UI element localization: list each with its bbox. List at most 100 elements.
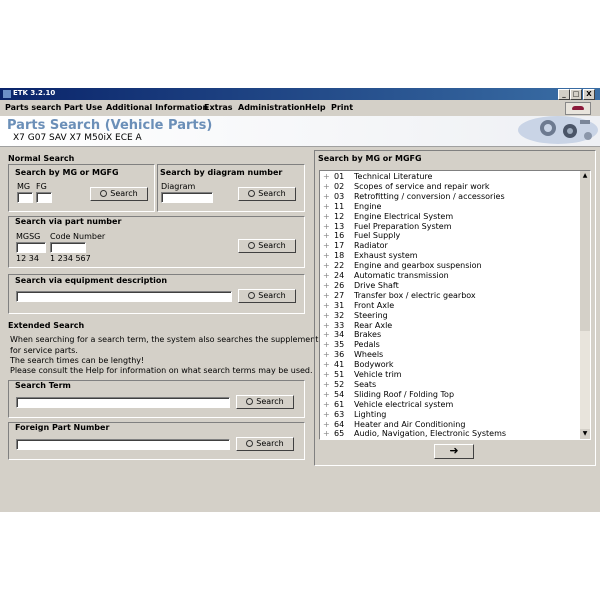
vehicle-identification: X7 G07 SAV X7 M50iX ECE A (13, 133, 142, 143)
extended-info-line-2: for service parts. (10, 346, 78, 355)
mg-label: Audio, Navigation, Electronic Systems (354, 429, 507, 439)
expand-plus-icon[interactable]: + (323, 172, 330, 181)
mg-label: Vehicle electrical system (354, 399, 454, 409)
menu-print[interactable]: Print (331, 103, 353, 112)
expand-plus-icon[interactable]: + (323, 281, 330, 290)
mg-number: 52 (334, 379, 345, 389)
expand-plus-icon[interactable]: + (323, 212, 330, 221)
expand-plus-icon[interactable]: + (323, 340, 330, 349)
search-term-button[interactable]: Search (236, 395, 294, 409)
mg-label: Engine Electrical System (354, 211, 454, 221)
mg-search-title: Search by MG or MGFG (15, 168, 119, 177)
mg-label: Transfer box / electric gearbox (354, 290, 476, 300)
mg-number: 32 (334, 310, 345, 320)
menu-extras[interactable]: Extras (204, 103, 233, 112)
search-icon (248, 292, 256, 299)
mg-number: 02 (334, 181, 345, 191)
expand-plus-icon[interactable]: + (323, 251, 330, 260)
mg-label: Bodywork (354, 360, 394, 370)
equipment-input[interactable] (16, 291, 232, 302)
mg-number: 16 (334, 231, 345, 241)
expand-plus-icon[interactable]: + (323, 370, 330, 379)
mg-label: Engine (354, 201, 382, 211)
expand-plus-icon[interactable]: + (323, 222, 330, 231)
expand-plus-icon[interactable]: + (323, 241, 330, 250)
mg-label: Sliding Roof / Folding Top (354, 389, 455, 399)
expand-plus-icon[interactable]: + (323, 330, 330, 339)
menu-administration[interactable]: Administration (238, 103, 305, 112)
mg-number: 24 (334, 271, 345, 280)
mg-label: Radiator (354, 241, 388, 251)
fg-label: FG (36, 182, 47, 191)
mg-number: 26 (334, 280, 345, 290)
mg-number: 36 (334, 350, 345, 360)
search-icon (248, 190, 256, 197)
mg-number: 64 (334, 419, 345, 429)
mg-label: Fuel Preparation System (354, 221, 452, 231)
part-number-search-button[interactable]: Search (238, 239, 296, 253)
mg-number: 18 (334, 251, 345, 261)
mgsg-input[interactable] (16, 242, 46, 253)
expand-plus-icon[interactable]: + (323, 301, 330, 310)
mg-label: Heater and Air Conditioning (354, 419, 466, 429)
expand-plus-icon[interactable]: + (323, 380, 330, 389)
foreign-part-title: Foreign Part Number (15, 423, 110, 432)
equipment-search-button[interactable]: Search (238, 289, 296, 303)
mg-label: Technical Literature (354, 172, 433, 181)
menu-part-use[interactable]: Part Use (64, 103, 102, 112)
mg-list-scrollbar[interactable]: ▲ ▼ (580, 171, 590, 439)
foreign-part-search-button[interactable]: Search (236, 437, 294, 451)
expand-plus-icon[interactable]: + (323, 429, 330, 438)
next-button[interactable]: ➜ (434, 444, 474, 459)
expand-plus-icon[interactable]: + (323, 182, 330, 191)
normal-search-title: Normal Search (8, 154, 75, 163)
menu-help[interactable]: Help (305, 103, 326, 112)
extended-info-line-4: Please consult the Help for information … (10, 366, 313, 375)
search-icon (100, 190, 108, 197)
foreign-part-input[interactable] (16, 439, 230, 450)
mg-list[interactable]: +01 Technical Literature +02 Scopes of serv… (319, 170, 591, 440)
expand-plus-icon[interactable]: + (323, 192, 330, 201)
mg-number: 01 (334, 172, 345, 181)
expand-plus-icon[interactable]: + (323, 360, 330, 369)
search-icon (246, 440, 254, 447)
mg-label: Engine and gearbox suspension (354, 261, 482, 271)
mg-number: 12 (334, 211, 345, 221)
expand-plus-icon[interactable]: + (323, 400, 330, 409)
mg-label: Brakes (354, 330, 382, 340)
mg-number: 27 (334, 290, 345, 300)
mg-search-button[interactable]: Search (90, 187, 148, 201)
parts-logo-icon (518, 116, 598, 144)
mg-number: 35 (334, 340, 345, 350)
mg-label: Drive Shaft (354, 280, 399, 290)
mg-label: Wheels (354, 350, 384, 360)
expand-plus-icon[interactable]: + (323, 311, 330, 320)
close-button[interactable]: X (583, 89, 595, 100)
menu-parts-search[interactable]: Parts search (5, 103, 61, 112)
code-number-input[interactable] (50, 242, 86, 253)
scroll-up-icon[interactable]: ▲ (580, 171, 590, 181)
diagram-input[interactable] (161, 192, 213, 203)
title-bar: ETK 3.2.10 _ □ X (0, 88, 600, 100)
search-term-input[interactable] (16, 397, 230, 408)
fg-input[interactable] (36, 192, 52, 203)
diagram-search-button[interactable]: Search (238, 187, 296, 201)
expand-plus-icon[interactable]: + (323, 202, 330, 211)
expand-plus-icon[interactable]: + (323, 271, 330, 280)
scroll-down-icon[interactable]: ▼ (580, 429, 590, 439)
expand-plus-icon[interactable]: + (323, 420, 330, 429)
mg-number: 31 (334, 300, 345, 310)
expand-plus-icon[interactable]: + (323, 231, 330, 240)
expand-plus-icon[interactable]: + (323, 291, 330, 300)
expand-plus-icon[interactable]: + (323, 410, 330, 419)
expand-plus-icon[interactable]: + (323, 261, 330, 270)
mg-input[interactable] (17, 192, 33, 203)
menu-additional-information[interactable]: Additional Information (106, 103, 208, 112)
minimize-button[interactable]: _ (558, 89, 570, 100)
expand-plus-icon[interactable]: + (323, 321, 330, 330)
mg-label: MG (17, 182, 31, 191)
expand-plus-icon[interactable]: + (323, 390, 330, 399)
maximize-button[interactable]: □ (570, 89, 582, 100)
expand-plus-icon[interactable]: + (323, 350, 330, 359)
scroll-thumb[interactable] (580, 181, 590, 331)
